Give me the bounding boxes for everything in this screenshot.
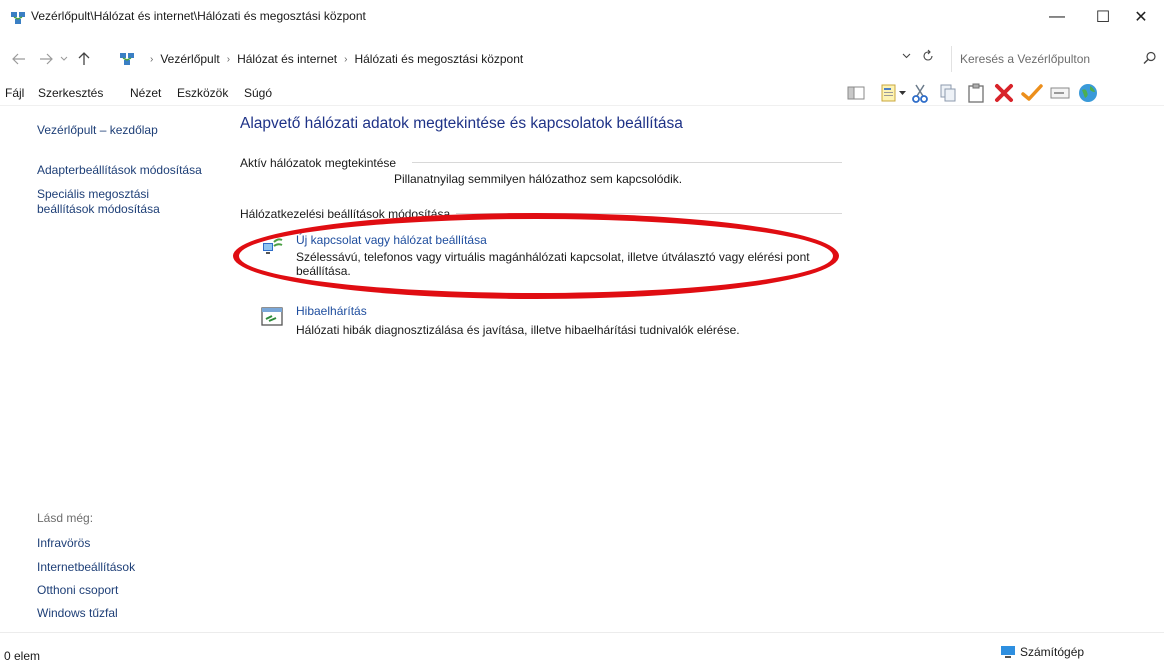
checkmark-icon bbox=[1021, 84, 1043, 101]
delete-button[interactable] bbox=[992, 81, 1016, 105]
minimize-icon: — bbox=[1049, 8, 1065, 25]
see-also-label: Lásd még: bbox=[37, 511, 94, 525]
see-also-infrared-link[interactable]: Infravörös bbox=[37, 536, 90, 551]
advanced-sharing-link[interactable]: Speciális megosztási bbox=[37, 187, 149, 202]
undo-button[interactable] bbox=[1020, 81, 1044, 105]
active-networks-header: Aktív hálózatok megtekintése bbox=[240, 156, 397, 170]
menu-edit[interactable]: Szerkesztés bbox=[38, 86, 103, 100]
forward-arrow-icon bbox=[40, 53, 53, 65]
rename-icon bbox=[1050, 87, 1070, 99]
close-button[interactable]: ✕ bbox=[1118, 0, 1164, 34]
network-center-icon bbox=[11, 12, 25, 24]
new-connection-link[interactable]: Új kapcsolat vagy hálózat beállítása bbox=[296, 233, 487, 247]
control-panel-icon bbox=[120, 53, 134, 65]
back-button[interactable] bbox=[9, 49, 29, 69]
zone-label: Számítógép bbox=[1020, 645, 1085, 659]
copy-icon bbox=[940, 84, 956, 102]
cut-icon bbox=[912, 84, 928, 103]
chevron-right-icon: › bbox=[344, 53, 348, 65]
paste-button[interactable] bbox=[964, 81, 988, 105]
recent-locations-dropdown[interactable] bbox=[58, 49, 70, 69]
troubleshoot-description: Hálózati hibák diagnosztizálása és javít… bbox=[296, 323, 740, 337]
search-input[interactable] bbox=[960, 50, 1130, 68]
properties-dropdown[interactable] bbox=[895, 81, 909, 105]
layout-button[interactable] bbox=[844, 81, 868, 105]
copy-button[interactable] bbox=[936, 81, 960, 105]
troubleshoot-link[interactable]: Hibaelhárítás bbox=[296, 304, 367, 318]
control-panel-home-link[interactable]: Vezérlőpult – kezdőlap bbox=[37, 123, 158, 138]
globe-icon bbox=[1079, 84, 1097, 102]
maximize-icon: ☐ bbox=[1095, 9, 1111, 26]
breadcrumb[interactable]: › Vezérlőpult › Hálózat és internet › Há… bbox=[119, 47, 918, 71]
adapter-settings-link[interactable]: Adapterbeállítások módosítása bbox=[37, 163, 202, 178]
left-pane: Vezérlőpult – kezdőlap Adapterbeállításo… bbox=[0, 106, 226, 632]
close-icon: ✕ bbox=[1134, 9, 1148, 26]
new-connection-description: Szélessávú, telefonos vagy virtuális mag… bbox=[296, 250, 810, 278]
up-arrow-icon bbox=[78, 52, 90, 65]
title-bar: Vezérlőpult\Hálózat és internet\Hálózati… bbox=[0, 0, 1164, 34]
chevron-down-icon bbox=[60, 56, 68, 61]
chevron-right-icon: › bbox=[150, 53, 154, 65]
troubleshoot-icon bbox=[261, 307, 283, 326]
window-title: Vezérlőpult\Hálózat és internet\Hálózati… bbox=[31, 9, 366, 23]
layout-icon bbox=[847, 86, 865, 100]
chevron-right-icon: › bbox=[226, 53, 231, 65]
see-also-internet-options-link[interactable]: Internetbeállítások bbox=[37, 560, 135, 575]
up-button[interactable] bbox=[74, 49, 94, 69]
address-dropdown-button[interactable] bbox=[902, 51, 911, 61]
search-box[interactable] bbox=[951, 46, 1164, 72]
cut-button[interactable] bbox=[908, 81, 932, 105]
no-network-text: Pillanatnyilag semmilyen hálózathoz sem … bbox=[394, 172, 683, 186]
chevron-down-icon bbox=[902, 53, 911, 59]
computer-icon bbox=[1001, 646, 1015, 658]
status-zone: Számítógép bbox=[1000, 645, 1084, 659]
see-also-homegroup-link[interactable]: Otthoni csoport bbox=[37, 583, 118, 598]
menu-help[interactable]: Súgó bbox=[244, 86, 272, 100]
breadcrumb-item[interactable]: Hálózat és internet bbox=[237, 52, 337, 66]
status-bar: 0 elem Számítógép bbox=[0, 632, 1164, 664]
toolbar bbox=[844, 80, 1164, 106]
refresh-button[interactable] bbox=[922, 49, 934, 66]
search-icon[interactable] bbox=[1142, 50, 1158, 66]
item-count: 0 elem bbox=[4, 649, 41, 663]
network-settings-header: Hálózatkezelési beállítások módosítása bbox=[240, 207, 451, 221]
address-bar: › Vezérlőpult › Hálózat és internet › Há… bbox=[0, 46, 1164, 72]
section-divider bbox=[412, 162, 842, 163]
rename-button[interactable] bbox=[1048, 81, 1072, 105]
back-arrow-icon bbox=[12, 53, 25, 65]
see-also-firewall-link[interactable]: Windows tűzfal bbox=[37, 606, 118, 621]
section-divider bbox=[456, 213, 842, 214]
breadcrumb-item[interactable]: Hálózati és megosztási központ bbox=[354, 52, 523, 66]
caret-down-icon bbox=[898, 91, 906, 95]
menu-bar: Fájl Szerkesztés Nézet Eszközök Súgó bbox=[0, 80, 1164, 106]
advanced-sharing-link-line2[interactable]: beállítások módosítása bbox=[37, 202, 160, 217]
delete-icon bbox=[995, 84, 1013, 102]
menu-file[interactable]: Fájl bbox=[5, 86, 24, 100]
paste-icon bbox=[968, 83, 984, 103]
page-title: Alapvető hálózati adatok megtekintése és… bbox=[240, 115, 683, 132]
new-connection-icon bbox=[263, 238, 283, 254]
main-content: Alapvető hálózati adatok megtekintése és… bbox=[226, 106, 1164, 632]
menu-view[interactable]: Nézet bbox=[130, 86, 161, 100]
breadcrumb-item[interactable]: Vezérlőpult bbox=[160, 52, 219, 66]
internet-button[interactable] bbox=[1076, 81, 1100, 105]
minimize-button[interactable]: — bbox=[1034, 0, 1080, 34]
menu-tools[interactable]: Eszközök bbox=[177, 86, 228, 100]
refresh-icon bbox=[923, 49, 933, 61]
forward-button[interactable] bbox=[36, 49, 56, 69]
